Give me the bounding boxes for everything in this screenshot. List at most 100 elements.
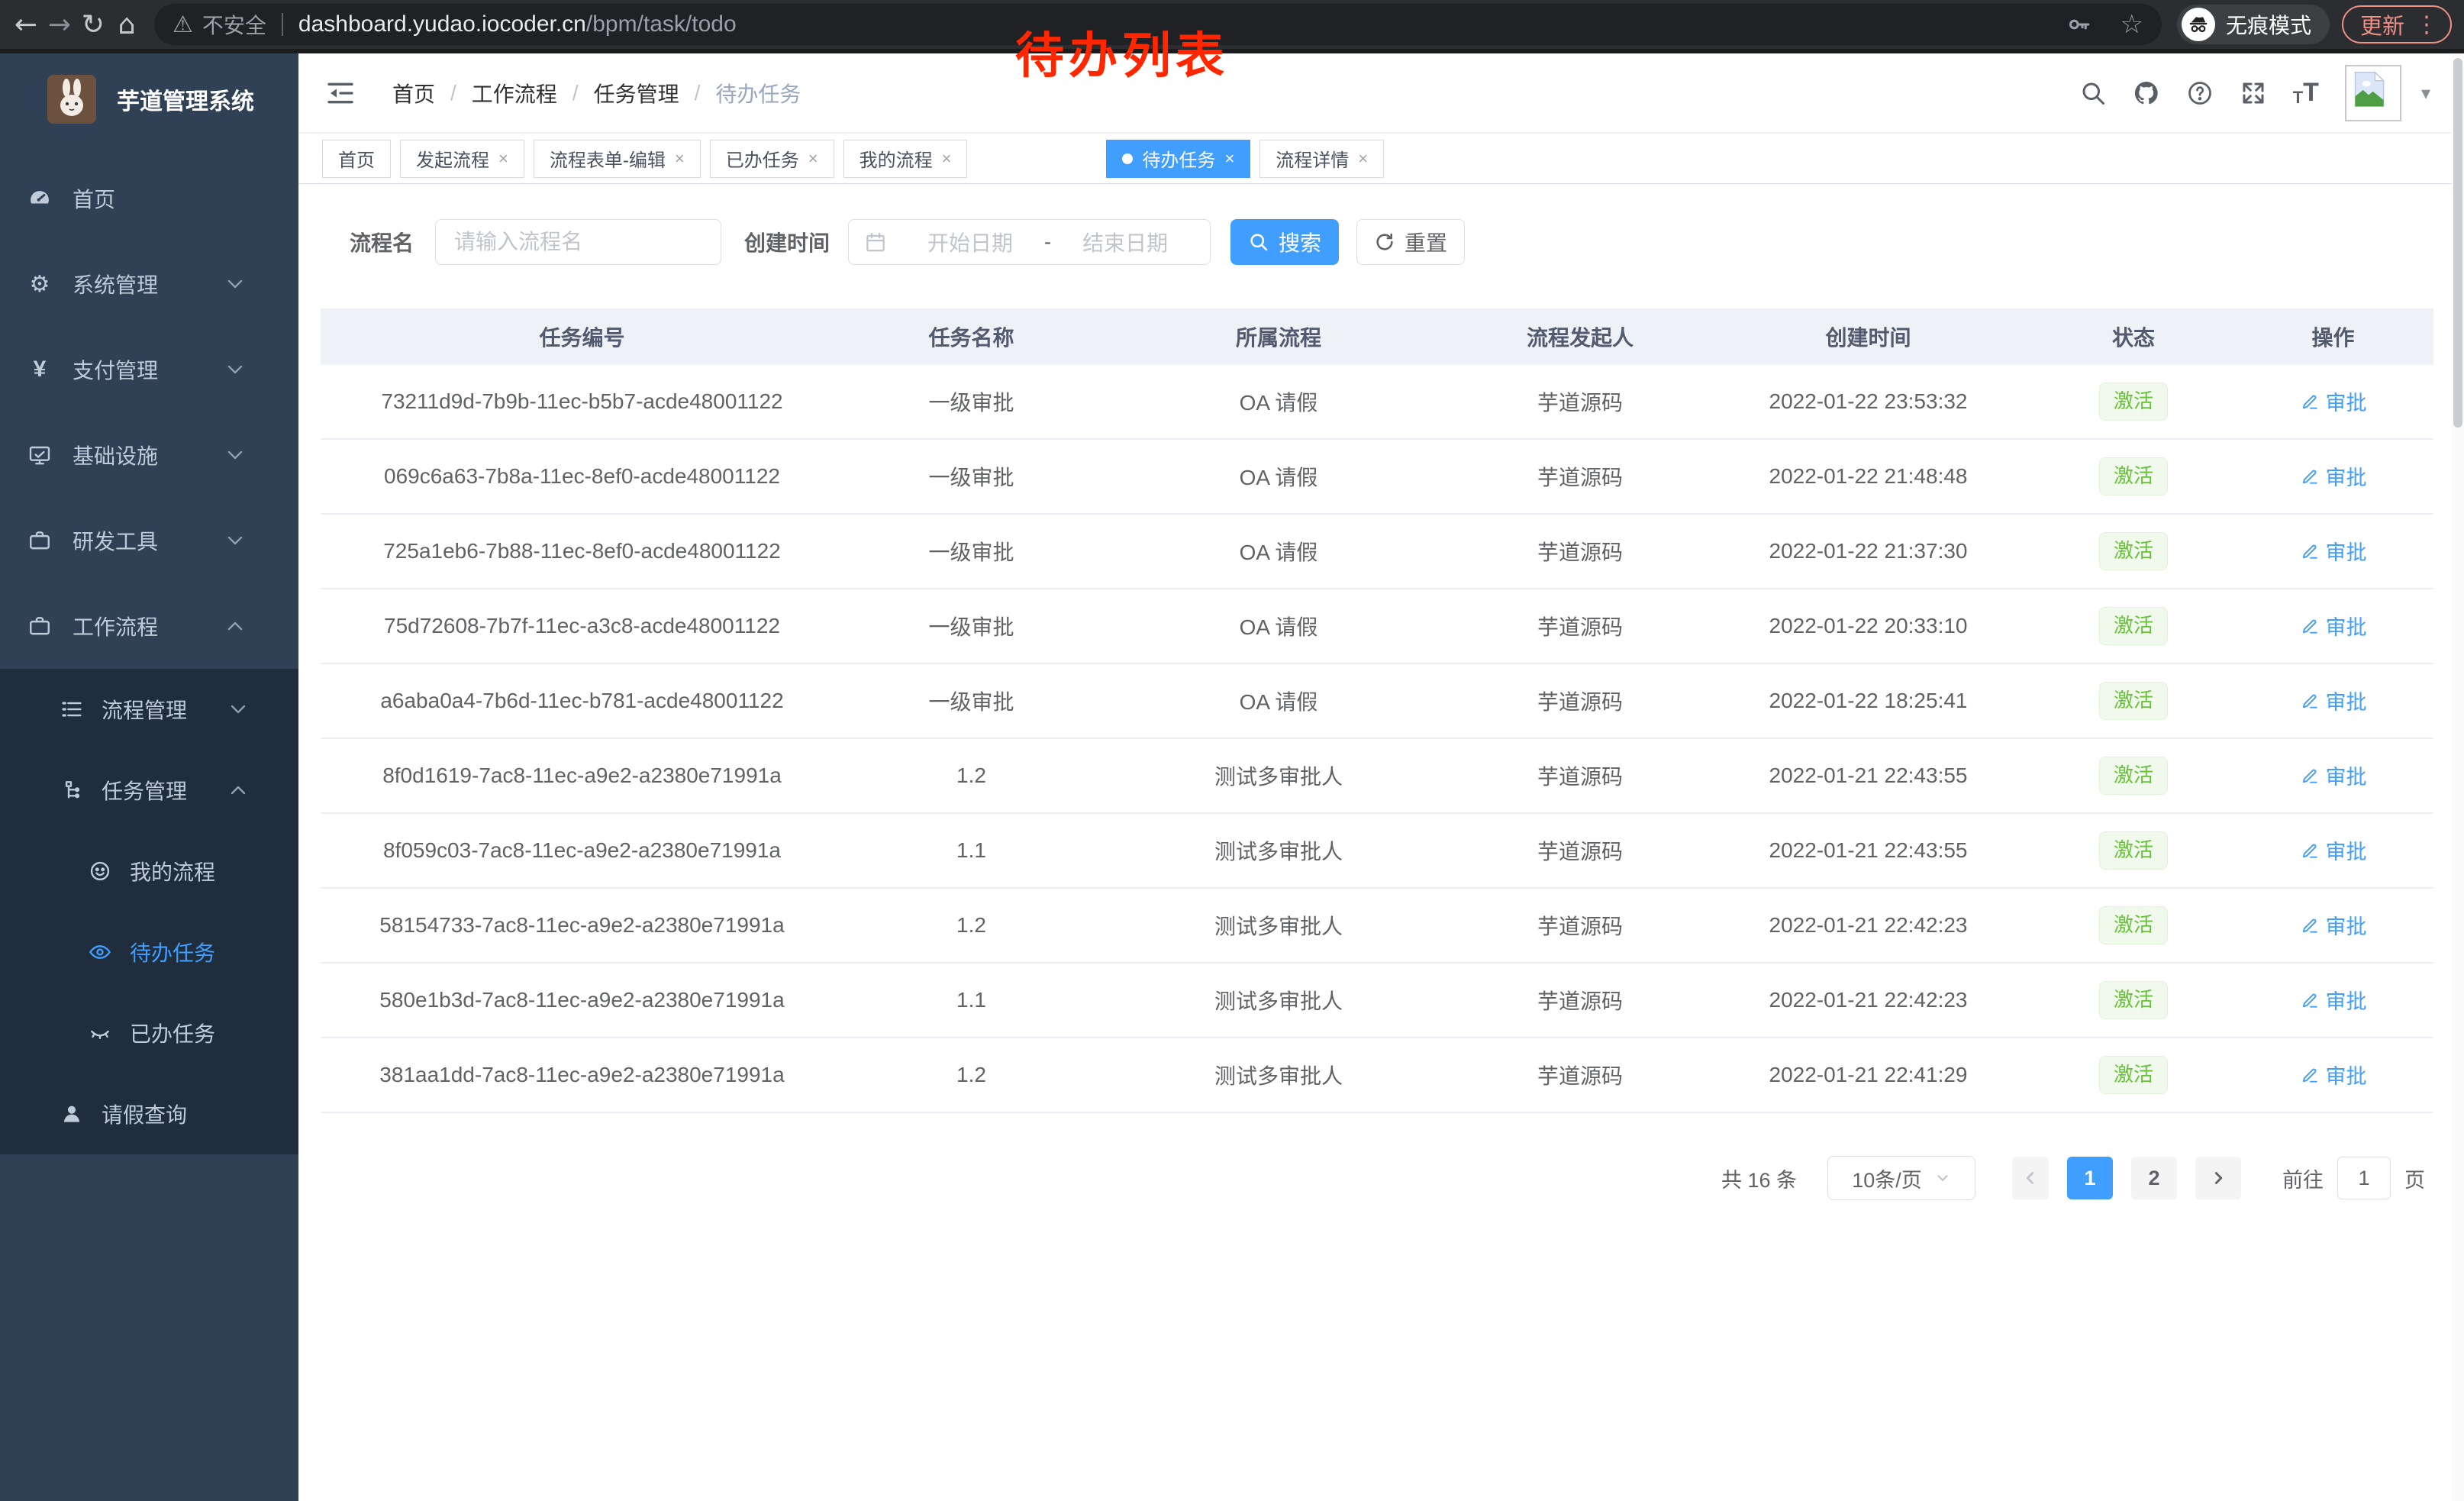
close-tab-icon[interactable]: × — [675, 149, 685, 169]
cell-process: OA 请假 — [1099, 386, 1458, 417]
table-row: 8f059c03-7ac8-11ec-a9e2-a2380e71991a1.1测… — [321, 814, 2433, 889]
breadcrumb-home[interactable]: 首页 — [392, 78, 435, 108]
top-header: 首页 / 工作流程 / 任务管理 / 待办任务 TT ▾ — [298, 53, 2464, 132]
tab-label: 已办任务 — [726, 145, 799, 172]
edit-pencil-icon — [2300, 990, 2320, 1010]
breadcrumb-task-mgmt[interactable]: 任务管理 — [594, 78, 679, 108]
table-header-row: 任务编号 任务名称 所属流程 流程发起人 创建时间 状态 操作 — [321, 308, 2433, 365]
incognito-label: 无痕模式 — [2226, 9, 2311, 40]
sidebar-item-my-process[interactable]: 我的流程 — [0, 831, 298, 912]
tab-todo-task[interactable]: 待办任务× — [1106, 140, 1250, 178]
end-date-placeholder[interactable]: 结束日期 — [1056, 227, 1195, 257]
search-button[interactable]: 搜索 — [1230, 219, 1339, 265]
approve-link[interactable]: 审批 — [2300, 835, 2367, 865]
search-icon[interactable] — [2079, 79, 2107, 107]
approve-link[interactable]: 审批 — [2300, 910, 2367, 940]
approve-link[interactable]: 审批 — [2300, 686, 2367, 715]
sidebar-item-process-mgmt[interactable]: 流程管理 — [0, 669, 298, 750]
breadcrumb-workflow[interactable]: 工作流程 — [472, 78, 557, 108]
browser-forward-icon[interactable]: → — [43, 9, 76, 40]
app-logo-row[interactable]: 芋道管理系统 — [0, 53, 298, 145]
sidebar-collapse-icon[interactable] — [325, 78, 356, 108]
page-button-2[interactable]: 2 — [2131, 1157, 2177, 1199]
tab-done-task[interactable]: 已办任务 × — [710, 140, 834, 178]
fullscreen-icon[interactable] — [2240, 79, 2267, 107]
breadcrumb-separator: / — [572, 81, 579, 105]
password-key-icon[interactable] — [2066, 11, 2091, 37]
tab-process-form-edit[interactable]: 流程表单-编辑× — [534, 140, 701, 178]
page-size-select[interactable]: 10条/页 — [1827, 1156, 1975, 1200]
browser-reload-icon[interactable]: ↻ — [76, 9, 110, 40]
avatar-caret-icon[interactable]: ▾ — [2421, 82, 2430, 104]
approve-link[interactable]: 审批 — [2300, 760, 2367, 790]
security-label: 不安全 — [202, 9, 266, 40]
browser-menu-icon[interactable]: ⋮ — [2415, 11, 2438, 38]
cell-task-id: 58154733-7ac8-11ec-a9e2-a2380e71991a — [321, 913, 843, 938]
cell-task-id: 73211d9d-7b9b-11ec-b5b7-acde48001122 — [321, 389, 843, 414]
page-unit-label: 页 — [2404, 1164, 2425, 1193]
active-tab-dot — [1122, 153, 1133, 164]
date-range-picker[interactable]: 开始日期 - 结束日期 — [848, 219, 1211, 265]
sidebar-item-label: 任务管理 — [102, 775, 187, 805]
cell-starter: 芋道源码 — [1458, 536, 1702, 567]
close-tab-icon[interactable]: × — [498, 149, 508, 169]
breadcrumb-separator: / — [450, 81, 456, 105]
tab-start-process[interactable]: 发起流程× — [400, 140, 524, 178]
page-scrollbar[interactable] — [2452, 53, 2464, 1501]
sidebar-item-leave-query[interactable]: 请假查询 — [0, 1073, 298, 1154]
cell-task-name: 一级审批 — [843, 536, 1099, 567]
approve-link[interactable]: 审批 — [2300, 985, 2367, 1015]
search-button-label: 搜索 — [1279, 227, 1321, 257]
cell-process: OA 请假 — [1099, 611, 1458, 641]
sidebar-item-payment-mgmt[interactable]: ¥支付管理 — [0, 327, 298, 412]
browser-back-icon[interactable]: ← — [9, 9, 43, 40]
start-date-placeholder[interactable]: 开始日期 — [901, 227, 1040, 257]
edit-pencil-icon — [2300, 392, 2320, 412]
approve-link[interactable]: 审批 — [2300, 536, 2367, 566]
approve-link[interactable]: 审批 — [2300, 386, 2367, 416]
create-time-label: 创建时间 — [744, 227, 830, 257]
approve-link[interactable]: 审批 — [2300, 1060, 2367, 1089]
cell-task-name: 1.1 — [843, 988, 1099, 1012]
help-icon[interactable] — [2186, 79, 2214, 107]
app-title: 芋道管理系统 — [117, 82, 254, 116]
close-tab-icon[interactable]: × — [808, 149, 818, 169]
sidebar-item-task-mgmt[interactable]: 任务管理 — [0, 750, 298, 831]
browser-home-icon[interactable]: ⌂ — [110, 9, 144, 40]
tab-my-process[interactable]: 我的流程× — [843, 140, 968, 178]
approve-label: 审批 — [2326, 461, 2367, 491]
tab-process-detail[interactable]: 流程详情× — [1259, 140, 1384, 178]
sidebar-item-infrastructure[interactable]: 基础设施 — [0, 412, 298, 498]
browser-update-button[interactable]: 更新 ⋮ — [2342, 5, 2452, 44]
chevron-down-icon — [226, 697, 250, 721]
page-button-1[interactable]: 1 — [2067, 1157, 2113, 1199]
sidebar-item-todo-task[interactable]: 待办任务 — [0, 912, 298, 993]
process-name-input[interactable] — [435, 219, 721, 265]
avatar[interactable] — [2345, 65, 2401, 121]
approve-link[interactable]: 审批 — [2300, 461, 2367, 491]
sidebar-item-home[interactable]: 首页 — [0, 156, 298, 241]
scrollbar-thumb[interactable] — [2453, 58, 2462, 428]
edit-pencil-icon — [2300, 466, 2320, 486]
sidebar-item-label: 基础设施 — [73, 440, 158, 470]
close-tab-icon[interactable]: × — [942, 149, 952, 169]
github-icon[interactable] — [2133, 79, 2160, 107]
bookmark-star-icon[interactable]: ☆ — [2121, 9, 2143, 40]
approve-link[interactable]: 审批 — [2300, 611, 2367, 641]
sidebar-item-system-mgmt[interactable]: ⚙系统管理 — [0, 241, 298, 327]
reset-button[interactable]: 重置 — [1356, 219, 1465, 265]
col-starter: 流程发起人 — [1458, 321, 1702, 352]
tab-home[interactable]: 首页 — [322, 140, 391, 178]
font-size-icon[interactable]: TT — [2293, 78, 2319, 108]
close-tab-icon[interactable]: × — [1224, 149, 1234, 169]
cell-starter: 芋道源码 — [1458, 686, 1702, 716]
sidebar-item-workflow[interactable]: 工作流程 — [0, 583, 298, 669]
prev-page-button[interactable] — [2012, 1157, 2049, 1199]
goto-page-input[interactable] — [2337, 1157, 2391, 1199]
next-page-button[interactable] — [2195, 1157, 2241, 1199]
cell-process: OA 请假 — [1099, 536, 1458, 567]
sidebar-item-dev-tools[interactable]: 研发工具 — [0, 498, 298, 583]
close-tab-icon[interactable]: × — [1358, 149, 1368, 169]
sidebar-item-done-task[interactable]: 已办任务 — [0, 993, 298, 1073]
cell-task-name: 1.2 — [843, 763, 1099, 788]
